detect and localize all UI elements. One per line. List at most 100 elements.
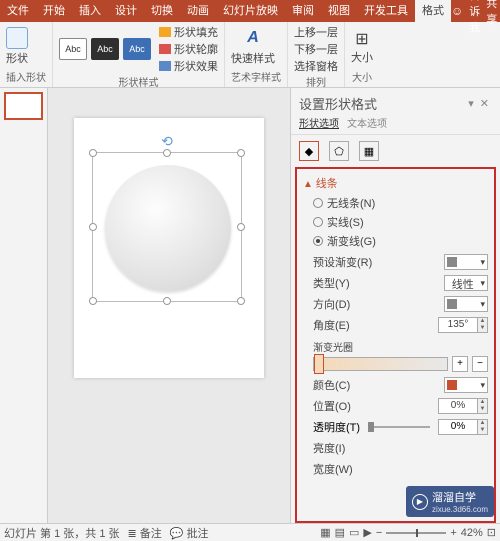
tell-me[interactable]: 告诉我 xyxy=(469,0,480,35)
style-preset-1[interactable]: Abc xyxy=(59,38,87,60)
gradient-stop[interactable] xyxy=(314,354,324,374)
zoom-level[interactable]: 42% xyxy=(461,527,483,539)
width-label: 宽度(W) xyxy=(313,461,488,477)
position-input[interactable]: 0% xyxy=(438,398,478,414)
zoom-slider[interactable] xyxy=(386,532,446,534)
style-preset-3[interactable]: Abc xyxy=(123,38,151,60)
tab-transitions[interactable]: 切换 xyxy=(144,0,180,22)
shape-options-tab[interactable]: 形状选项 xyxy=(299,115,339,130)
direction-label: 方向(D) xyxy=(313,296,444,312)
rotate-handle[interactable]: ⟲ xyxy=(161,133,173,150)
tab-file[interactable]: 文件 xyxy=(0,0,36,22)
pane-close[interactable]: ✕ xyxy=(477,97,492,110)
shape-circle[interactable] xyxy=(105,165,231,291)
resize-handle[interactable] xyxy=(89,149,97,157)
send-backward[interactable]: 下移一层 xyxy=(294,41,338,57)
main-area: 1 ⟲ 设置形状格式 ▾ ✕ 形状选项 xyxy=(0,88,500,523)
tab-view[interactable]: 视图 xyxy=(321,0,357,22)
wordart-button[interactable]: A 快速样式 xyxy=(231,27,275,66)
brightness-label: 亮度(I) xyxy=(313,440,488,456)
tab-animations[interactable]: 动画 xyxy=(180,0,216,22)
resize-handle[interactable] xyxy=(163,297,171,305)
ribbon-tabs: 文件 开始 插入 设计 切换 动画 幻灯片放映 审阅 视图 开发工具 格式 ☺ … xyxy=(0,0,500,22)
tab-home[interactable]: 开始 xyxy=(36,0,72,22)
share-button[interactable]: 共享 xyxy=(486,0,497,27)
selection-pane[interactable]: 选择窗格 xyxy=(294,58,338,74)
color-dropdown[interactable]: ▾ xyxy=(444,377,488,393)
tab-insert[interactable]: 插入 xyxy=(72,0,108,22)
selection-box[interactable]: ⟲ xyxy=(92,152,242,302)
type-dropdown[interactable]: 线性▾ xyxy=(444,275,488,291)
tab-review[interactable]: 审阅 xyxy=(285,0,321,22)
view-slideshow-icon[interactable]: ▶ xyxy=(363,526,371,539)
resize-handle[interactable] xyxy=(237,223,245,231)
resize-handle[interactable] xyxy=(163,149,171,157)
size-button[interactable]: ⊞ 大小 xyxy=(351,29,373,65)
shape-fill[interactable]: 形状填充 xyxy=(159,24,218,40)
resize-handle[interactable] xyxy=(237,149,245,157)
play-icon: ▶ xyxy=(412,494,428,510)
fill-line-icon[interactable]: ◆ xyxy=(299,141,319,161)
resize-handle[interactable] xyxy=(237,297,245,305)
shape-effects[interactable]: 形状效果 xyxy=(159,58,218,74)
size-props-icon[interactable]: ▦ xyxy=(359,141,379,161)
angle-spinner[interactable]: ▲▼ xyxy=(478,317,488,333)
type-label: 类型(Y) xyxy=(313,275,444,291)
pane-title: 设置形状格式 xyxy=(299,94,465,113)
fit-icon[interactable]: ⊡ xyxy=(487,526,496,539)
slide-thumbnails: 1 xyxy=(0,88,48,523)
comments-button[interactable]: 💬 批注 xyxy=(170,525,209,541)
tab-format[interactable]: 格式 xyxy=(415,0,451,22)
gradient-bar[interactable] xyxy=(313,357,448,371)
bucket-icon xyxy=(159,27,171,37)
transparency-slider[interactable] xyxy=(368,426,430,428)
position-label: 位置(O) xyxy=(313,398,438,414)
view-sorter-icon[interactable]: ▤ xyxy=(335,526,345,539)
effects-icon[interactable]: ⬠ xyxy=(329,141,349,161)
view-normal-icon[interactable]: ▦ xyxy=(320,526,330,539)
line-section[interactable]: ▲ 线条 xyxy=(303,175,488,191)
fx-icon xyxy=(159,61,171,71)
tab-developer[interactable]: 开发工具 xyxy=(357,0,415,22)
angle-input[interactable]: 135° xyxy=(438,317,478,333)
stops-label: 渐变光圈 xyxy=(313,339,488,354)
wordart-icon: A xyxy=(242,27,264,49)
group-arrange: 上移一层 下移一层 选择窗格 排列 xyxy=(288,22,345,87)
group-label: 大小 xyxy=(351,69,373,85)
pane-menu[interactable]: ▾ xyxy=(465,97,477,110)
thumbnail-1[interactable] xyxy=(4,92,43,120)
text-options-tab[interactable]: 文本选项 xyxy=(347,115,387,130)
position-spinner[interactable]: ▲▼ xyxy=(478,398,488,414)
transparency-spinner[interactable]: ▲▼ xyxy=(478,419,488,435)
resize-handle[interactable] xyxy=(89,297,97,305)
add-stop[interactable]: + xyxy=(452,356,468,372)
notes-button[interactable]: ≣ 备注 xyxy=(128,525,162,541)
group-insert-shape: 形状 插入形状 xyxy=(0,22,53,87)
zoom-in[interactable]: + xyxy=(450,527,456,539)
preset-dropdown[interactable]: ▾ xyxy=(444,254,488,270)
shape-outline[interactable]: 形状轮廓 xyxy=(159,41,218,57)
direction-dropdown[interactable]: ▾ xyxy=(444,296,488,312)
transparency-input[interactable]: 0% xyxy=(438,419,478,435)
color-label: 颜色(C) xyxy=(313,377,444,393)
pen-icon xyxy=(159,44,171,54)
size-icon: ⊞ xyxy=(355,29,368,49)
slide-canvas[interactable]: ⟲ xyxy=(48,88,290,523)
bring-forward[interactable]: 上移一层 xyxy=(294,24,338,40)
shapes-button[interactable]: 形状 xyxy=(6,27,28,66)
style-preset-2[interactable]: Abc xyxy=(91,38,119,60)
tab-design[interactable]: 设计 xyxy=(108,0,144,22)
view-reading-icon[interactable]: ▭ xyxy=(349,526,359,539)
radio-gradient-line[interactable]: 渐变线(G) xyxy=(313,233,488,249)
zoom-out[interactable]: − xyxy=(376,527,382,539)
group-label: 插入形状 xyxy=(6,69,46,85)
remove-stop[interactable]: − xyxy=(472,356,488,372)
format-shape-pane: 设置形状格式 ▾ ✕ 形状选项 文本选项 ◆ ⬠ ▦ ▲ 线条 无线条(N) 实… xyxy=(290,88,500,523)
radio-solid-line[interactable]: 实线(S) xyxy=(313,214,488,230)
transparency-label: 透明度(T) xyxy=(313,419,360,435)
group-label: 艺术字样式 xyxy=(231,69,281,85)
resize-handle[interactable] xyxy=(89,223,97,231)
radio-no-line[interactable]: 无线条(N) xyxy=(313,195,488,211)
group-wordart: A 快速样式 艺术字样式 xyxy=(225,22,288,87)
tab-slideshow[interactable]: 幻灯片放映 xyxy=(216,0,285,22)
